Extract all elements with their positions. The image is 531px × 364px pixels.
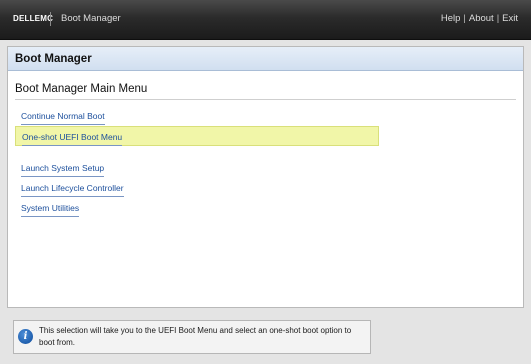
section-divider: [15, 99, 516, 100]
menu-item-system-utilities[interactable]: System Utilities: [15, 198, 379, 218]
menu-item-label: One-shot UEFI Boot Menu: [22, 129, 123, 146]
help-link[interactable]: Help: [441, 13, 461, 24]
section-title: Boot Manager Main Menu: [15, 83, 148, 95]
dell-emc-logo: DELLEMC: [13, 14, 54, 23]
link-separator: |: [463, 13, 466, 24]
panel-title: Boot Manager: [8, 47, 523, 71]
about-link[interactable]: About: [469, 13, 494, 24]
brand-divider: [50, 12, 51, 26]
menu-item-label: Launch System Setup: [21, 159, 105, 177]
menu-item-label: System Utilities: [21, 199, 80, 217]
menu-item-continue-normal-boot[interactable]: Continue Normal Boot: [15, 106, 379, 126]
menu-item-label: Continue Normal Boot: [21, 107, 105, 125]
menu-item-one-shot-uefi-boot-menu[interactable]: One-shot UEFI Boot Menu: [15, 126, 379, 146]
info-message-text: This selection will take you to the UEFI…: [39, 326, 352, 347]
header-links: Help | About | Exit: [441, 13, 518, 25]
exit-link[interactable]: Exit: [502, 13, 518, 24]
menu-item-launch-system-setup[interactable]: Launch System Setup: [15, 158, 379, 178]
menu-item-label: Launch Lifecycle Controller: [21, 179, 124, 197]
boot-manager-panel: Boot Manager Boot Manager Main Menu Cont…: [7, 46, 524, 308]
top-header-bar: DELLEMC Boot Manager Help | About | Exit: [0, 0, 531, 40]
link-separator: |: [496, 13, 500, 24]
menu-item-launch-lifecycle-controller[interactable]: Launch Lifecycle Controller: [15, 178, 379, 198]
info-message-box: i This selection will take you to the UE…: [13, 320, 371, 354]
app-title: Boot Manager: [61, 13, 121, 24]
info-icon: i: [18, 329, 33, 344]
